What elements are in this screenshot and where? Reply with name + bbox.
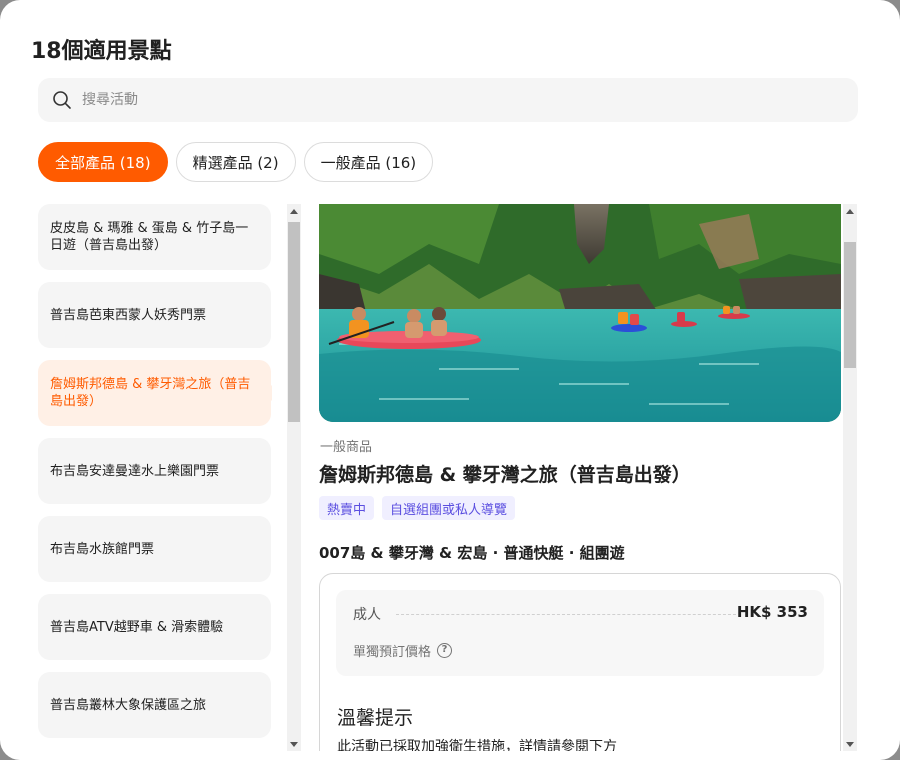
search-icon: [53, 91, 71, 109]
price-label: 成人: [353, 607, 381, 623]
tab-featured-products[interactable]: 精選產品 (2): [175, 142, 296, 182]
scroll-down-arrow-icon[interactable]: [846, 742, 854, 747]
scroll-down-arrow-icon[interactable]: [290, 742, 298, 747]
status-badge: 熱賣中: [319, 496, 375, 520]
tour-type-badge: 自選組團或私人導覽: [382, 496, 516, 520]
tab-all-products[interactable]: 全部產品 (18): [38, 142, 168, 182]
notice-title: 溫馨提示: [337, 707, 414, 729]
scroll-up-arrow-icon[interactable]: [290, 209, 298, 214]
list-item[interactable]: 布吉島安達曼達水上樂園門票: [38, 438, 271, 504]
list-item[interactable]: 布吉島水族館門票: [38, 516, 271, 582]
price-box: 成人 HK$ 353 單獨預訂價格 ?: [336, 590, 824, 676]
product-category: 一般商品: [320, 440, 373, 455]
price-note: 單獨預訂價格 ?: [353, 641, 453, 660]
package-card: 成人 HK$ 353 單獨預訂價格 ? 溫馨提示 此活動已採取加強衛生措施，詳情…: [319, 573, 841, 751]
product-detail: 一般商品 詹姆斯邦德島 & 攀牙灣之旅（普吉島出發） 熱賣中 自選組團或私人導覽…: [319, 204, 841, 751]
list-item[interactable]: 普吉島芭東西蒙人妖秀門票: [38, 282, 271, 348]
scrollbar-thumb[interactable]: [844, 242, 856, 368]
list-scrollbar[interactable]: [287, 204, 301, 751]
product-photo: [319, 204, 841, 422]
package-name: 007島 & 攀牙灣 & 宏島 · 普通快艇 · 組團遊: [319, 544, 625, 562]
filter-tabs: 全部產品 (18) 精選產品 (2) 一般產品 (16): [38, 142, 434, 184]
price-value: HK$ 353: [736, 603, 808, 621]
list-item[interactable]: 普吉島叢林大象保護區之旅: [38, 672, 271, 738]
price-dots-divider: [396, 614, 736, 615]
list-item-selected[interactable]: 詹姆斯邦德島 & 攀牙灣之旅（普吉島出發）: [38, 360, 272, 426]
notice-text: 此活動已採取加強衛生措施，詳情請參閱下方: [337, 739, 617, 751]
search-input[interactable]: [82, 78, 842, 122]
product-title: 詹姆斯邦德島 & 攀牙灣之旅（普吉島出發）: [319, 464, 691, 486]
attraction-list: 皮皮島 & 瑪雅 & 蛋島 & 竹子島一日遊（普吉島出發） 普吉島芭東西蒙人妖秀…: [38, 204, 272, 751]
list-item[interactable]: 普吉島ATV越野車 & 滑索體驗: [38, 594, 271, 660]
kayak-lagoon-image: [319, 204, 841, 422]
price-note-text: 單獨預訂價格: [353, 645, 432, 660]
scrollbar-thumb[interactable]: [288, 222, 300, 422]
modal-title: 18個適用景點: [31, 39, 172, 64]
scroll-up-arrow-icon[interactable]: [846, 209, 854, 214]
detail-scrollbar[interactable]: [843, 204, 857, 751]
question-icon[interactable]: ?: [437, 643, 453, 658]
product-badges: 熱賣中 自選組團或私人導覽: [319, 496, 516, 520]
search-bar[interactable]: [38, 78, 858, 122]
list-item[interactable]: 皮皮島 & 瑪雅 & 蛋島 & 竹子島一日遊（普吉島出發）: [38, 204, 271, 270]
attractions-modal: 18個適用景點 全部產品 (18) 精選產品 (2) 一般產品 (16) 皮皮島…: [0, 0, 900, 760]
tab-general-products[interactable]: 一般產品 (16): [303, 142, 434, 182]
